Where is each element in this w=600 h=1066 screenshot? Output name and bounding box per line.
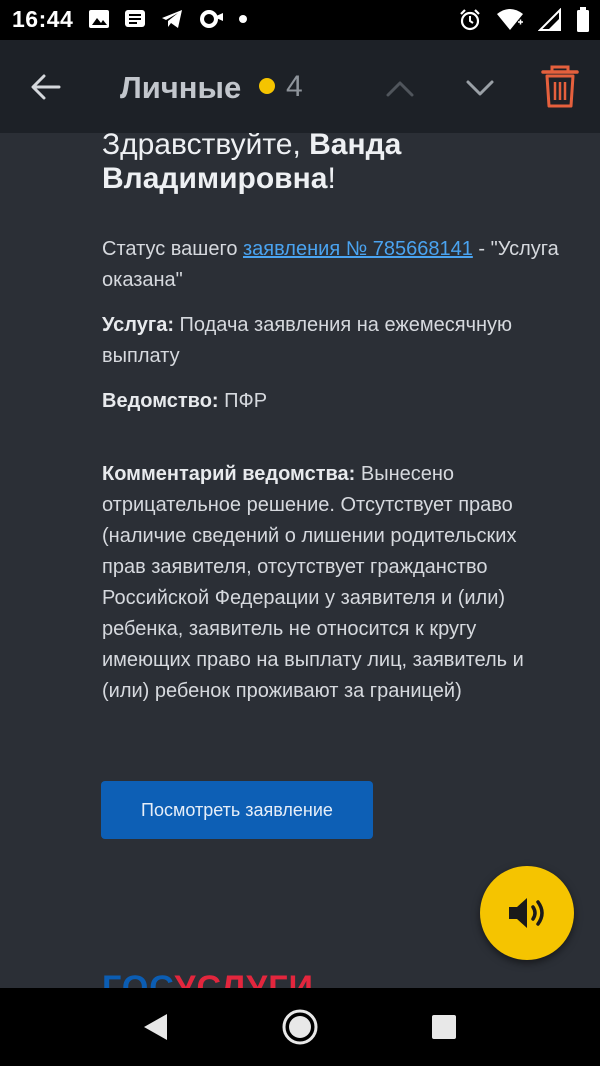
back-button[interactable] [22, 66, 70, 108]
notification-icons [88, 8, 248, 30]
trash-icon [541, 65, 579, 108]
unread-dot [259, 78, 275, 94]
signal-icon [538, 8, 561, 31]
agency-paragraph: Ведомство: ПФР [102, 390, 268, 412]
status-paragraph: Статус вашего заявления № 785668141 - "У… [102, 238, 559, 291]
read-aloud-button[interactable] [480, 866, 574, 960]
previous-message-button[interactable] [380, 68, 420, 108]
unread-count: 4 [286, 70, 303, 103]
status-time: 16:44 [12, 6, 74, 32]
chevron-down-icon [466, 80, 494, 96]
comment-paragraph: Комментарий ведомства: Вынесено отрицате… [102, 463, 524, 702]
chevron-up-icon [386, 81, 414, 97]
service-paragraph: Услуга: Подача заявления на ежемесячную … [102, 314, 513, 367]
greeting: Здравствуйте, Ванда Владимировна! [102, 133, 572, 196]
telegram-icon [162, 10, 182, 28]
gosuslugi-logo: ГОСУСЛУГИ [102, 969, 314, 988]
dot-icon [239, 15, 247, 23]
alarm-icon [460, 9, 480, 31]
image-icon [89, 10, 109, 28]
battery-icon [577, 7, 589, 32]
wifi-icon [497, 9, 523, 30]
folder-title: Личные [120, 70, 242, 105]
back-triangle-icon[interactable] [141, 1012, 169, 1042]
recents-square-icon[interactable] [430, 1013, 458, 1041]
app-bar: Личные 4 [0, 40, 600, 133]
home-circle-icon[interactable] [280, 1007, 320, 1047]
navigation-bar [0, 988, 600, 1066]
arrow-left-icon [31, 74, 61, 100]
message-icon [125, 10, 145, 27]
status-bar: 16:44 [0, 0, 600, 40]
message-body: Здравствуйте, Ванда Владимировна! Статус… [0, 133, 600, 988]
next-message-button[interactable] [460, 68, 500, 108]
application-link[interactable]: заявления № 785668141 [243, 238, 473, 260]
link-icon [200, 10, 223, 28]
system-icons [458, 7, 590, 33]
delete-button[interactable] [538, 64, 582, 110]
view-application-button[interactable]: Посмотреть заявление [101, 781, 373, 839]
speaker-icon [509, 898, 544, 928]
